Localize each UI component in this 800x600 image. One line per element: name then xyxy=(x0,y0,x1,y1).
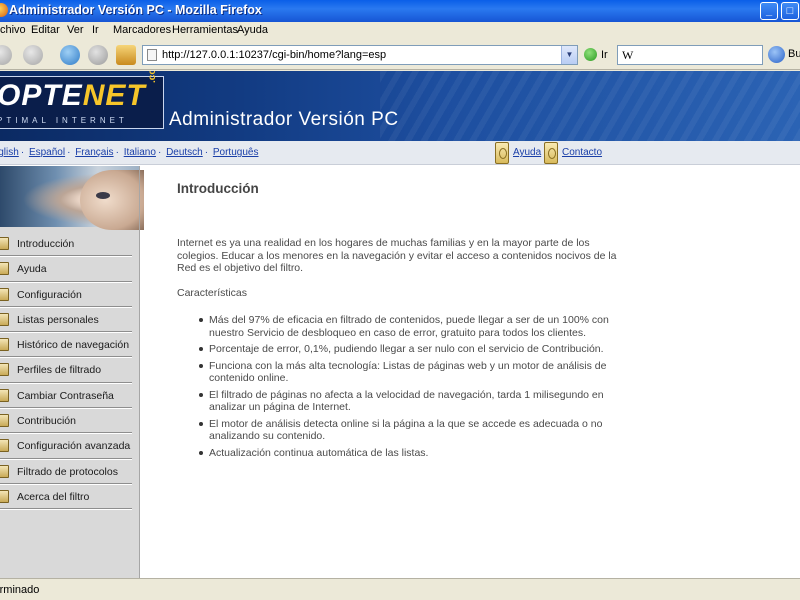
logo-text-opte: OPTE xyxy=(0,79,83,112)
contact-icon[interactable] xyxy=(544,142,558,164)
list-item: Funciona con la más alta tecnología: Lis… xyxy=(197,360,627,385)
page-icon xyxy=(147,49,157,61)
sidebar-item-config-avanzada[interactable]: Configuración avanzada xyxy=(0,433,132,460)
page-content: OPTENET .com PTIMAL INTERNET Administrad… xyxy=(0,71,800,578)
lang-espanol[interactable]: Español xyxy=(29,147,65,158)
features-title: Características xyxy=(177,287,248,299)
menu-marcadores[interactable]: Marcadores xyxy=(113,24,171,36)
forward-icon[interactable] xyxy=(23,45,43,65)
menu-ir[interactable]: Ir xyxy=(92,24,99,36)
status-bar: Terminado xyxy=(0,578,800,600)
language-bar: English· Español· Français· Italiano· De… xyxy=(0,141,800,165)
list-item: El filtrado de páginas no afecta a la ve… xyxy=(197,389,627,414)
search-engine-label: W xyxy=(622,48,634,62)
stop-icon[interactable] xyxy=(88,45,108,65)
menu-bar: Archivo Editar Ver Ir Marcadores Herrami… xyxy=(0,22,800,40)
book-icon xyxy=(0,262,9,276)
list-item: Más del 97% de eficacia en filtrado de c… xyxy=(197,314,627,339)
menu-editar[interactable]: Editar xyxy=(31,24,60,36)
url-bar[interactable]: http://127.0.0.1:10237/cgi-bin/home?lang… xyxy=(142,45,578,65)
content-heading: Introducción xyxy=(177,181,259,196)
book-icon xyxy=(0,312,9,326)
help-link[interactable]: Ayuda xyxy=(513,147,541,158)
lang-deutsch[interactable]: Deutsch xyxy=(166,147,203,158)
search-icon[interactable] xyxy=(768,46,785,63)
book-icon xyxy=(0,489,9,503)
sidebar-item-configuracion[interactable]: Configuración xyxy=(0,282,132,309)
sidebar-item-perfiles[interactable]: Perfiles de filtrado xyxy=(0,357,132,385)
home-icon[interactable] xyxy=(116,45,136,65)
contact-link[interactable]: Contacto xyxy=(562,147,602,158)
window-title: Administrador Versión PC - Mozilla Firef… xyxy=(9,3,262,17)
minimize-button[interactable]: _ xyxy=(760,2,778,20)
intro-paragraph: Internet es ya una realidad en los hogar… xyxy=(177,237,617,274)
url-dropdown-icon[interactable]: ▼ xyxy=(561,46,577,64)
url-text[interactable]: http://127.0.0.1:10237/cgi-bin/home?lang… xyxy=(162,49,386,61)
header-banner: OPTENET .com PTIMAL INTERNET Administrad… xyxy=(0,71,800,141)
book-icon xyxy=(0,388,9,402)
menu-herramientas[interactable]: Herramientas xyxy=(172,24,238,36)
list-item: Porcentaje de error, 0,1%, pudiendo lleg… xyxy=(197,343,627,356)
back-icon[interactable] xyxy=(0,45,12,65)
menu-ver[interactable]: Ver xyxy=(67,24,84,36)
firefox-window: Administrador Versión PC - Mozilla Firef… xyxy=(0,0,800,600)
optenet-logo[interactable]: OPTENET .com PTIMAL INTERNET xyxy=(0,71,164,129)
logo-text-net: NET xyxy=(82,79,146,112)
help-icon[interactable] xyxy=(495,142,509,164)
sidebar-menu: Introducción Ayuda Configuración Listas … xyxy=(0,231,132,511)
sidebar-item-contribucion[interactable]: Contribución xyxy=(0,408,132,435)
sidebar-item-historico[interactable]: Histórico de navegación xyxy=(0,332,132,359)
lang-francais[interactable]: Français xyxy=(75,147,113,158)
lang-english[interactable]: English xyxy=(0,147,19,158)
book-icon xyxy=(0,338,9,352)
logo-domain: .com xyxy=(147,71,158,83)
language-links: English· Español· Français· Italiano· De… xyxy=(0,147,258,158)
go-icon[interactable] xyxy=(584,48,597,61)
list-item: El motor de análisis detecta online si l… xyxy=(197,418,627,443)
book-icon xyxy=(0,464,9,478)
sidebar-item-filtrado-protocolos[interactable]: Filtrado de protocolos xyxy=(0,459,132,486)
book-icon xyxy=(0,363,9,377)
page-title: Administrador Versión PC xyxy=(169,109,399,130)
firefox-icon xyxy=(0,3,8,17)
sidebar-item-ayuda[interactable]: Ayuda xyxy=(0,256,132,283)
menu-ayuda[interactable]: Ayuda xyxy=(237,24,268,36)
sidebar-item-listas-personales[interactable]: Listas personales xyxy=(0,307,132,334)
search-input[interactable]: W xyxy=(617,45,763,65)
lang-portugues[interactable]: Português xyxy=(213,147,259,158)
logo-tagline: PTIMAL INTERNET xyxy=(0,116,128,125)
sidebar-item-introduccion[interactable]: Introducción xyxy=(0,231,132,258)
title-bar: Administrador Versión PC - Mozilla Firef… xyxy=(0,0,800,22)
sidebar-item-cambiar-contrasena[interactable]: Cambiar Contraseña xyxy=(0,383,132,410)
sidebar: Introducción Ayuda Configuración Listas … xyxy=(0,166,144,578)
reload-icon[interactable] xyxy=(60,45,80,65)
book-icon xyxy=(0,287,9,301)
lang-italiano[interactable]: Italiano xyxy=(124,147,156,158)
maximize-button[interactable]: □ xyxy=(781,2,799,20)
go-button-label[interactable]: Ir xyxy=(601,49,608,61)
status-text: Terminado xyxy=(0,584,40,596)
search-button-label[interactable]: Bu xyxy=(788,48,800,60)
book-icon xyxy=(0,439,9,453)
sidebar-item-acerca[interactable]: Acerca del filtro xyxy=(0,484,132,511)
book-icon xyxy=(0,237,9,250)
list-item: Actualización continua automática de las… xyxy=(197,447,627,460)
menu-archivo[interactable]: Archivo xyxy=(0,24,26,36)
header-photo xyxy=(0,166,144,230)
navigation-toolbar: http://127.0.0.1:10237/cgi-bin/home?lang… xyxy=(0,40,800,70)
book-icon xyxy=(0,414,9,428)
features-list: Más del 97% de eficacia en filtrado de c… xyxy=(197,314,627,463)
